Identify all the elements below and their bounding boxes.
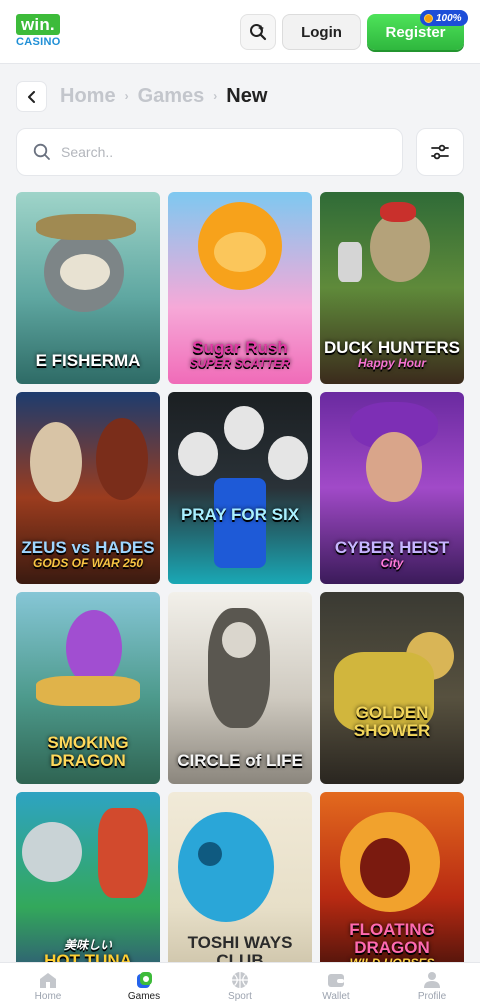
game-tile[interactable]: Sugar Rush SUPER SCATTER <box>168 192 312 384</box>
bottom-navigation: Home Games Sport Wallet Profile <box>0 962 480 1008</box>
game-tile[interactable]: CIRCLE of LIFE <box>168 592 312 784</box>
game-subtitle: GODS OF WAR 250 <box>32 556 144 570</box>
search-bar[interactable] <box>16 128 403 176</box>
sport-ball-icon <box>232 971 248 988</box>
coin-icon <box>424 13 433 23</box>
top-header: win. CASINO Login Register 100% <box>0 0 480 64</box>
game-subtitle: Happy Hour <box>357 356 426 370</box>
game-title: Sugar Rush SUPER SCATTER <box>168 339 312 370</box>
game-tile[interactable]: SMOKING DRAGON <box>16 592 160 784</box>
game-tile[interactable]: ZEUS vs HADES GODS OF WAR 250 <box>16 392 160 584</box>
game-subtitle: City <box>380 556 404 570</box>
back-chevron-icon <box>27 90 35 103</box>
nav-home-label: Home <box>34 990 62 1002</box>
game-title: DUCK HUNTERS Happy Hour <box>320 339 464 370</box>
home-icon <box>40 972 56 988</box>
logo-main: win. <box>16 14 60 35</box>
profile-icon <box>424 971 440 988</box>
game-title: CYBER HEIST City <box>320 539 464 570</box>
nav-games-label: Games <box>127 990 161 1002</box>
bonus-badge: 100% <box>420 10 468 26</box>
nav-sport-label: Sport <box>228 990 252 1002</box>
game-title: E FISHERMA <box>35 351 141 370</box>
game-title-text: CYBER HEIST <box>334 538 450 557</box>
search-input[interactable] <box>61 144 361 160</box>
breadcrumb-separator: › <box>213 89 218 103</box>
header-search-button[interactable] <box>240 14 276 50</box>
game-title: ZEUS vs HADES GODS OF WAR 250 <box>16 539 160 570</box>
nav-wallet[interactable]: Wallet <box>288 963 384 1008</box>
game-title: PRAY FOR SIX <box>180 505 300 524</box>
game-title-text: Sugar Rush <box>192 338 288 357</box>
game-tile[interactable]: GOLDEN SHOWER <box>320 592 464 784</box>
game-title: CIRCLE of LIFE <box>177 751 303 770</box>
breadcrumb-separator: › <box>124 89 129 103</box>
login-button[interactable]: Login <box>282 14 361 50</box>
bonus-badge-text: 100% <box>436 12 462 24</box>
nav-games[interactable]: Games <box>96 963 192 1008</box>
search-icon <box>250 24 267 41</box>
game-tile[interactable]: CYBER HEIST City <box>320 392 464 584</box>
breadcrumb: Home › Games › New <box>60 84 267 108</box>
nav-profile[interactable]: Profile <box>384 963 480 1008</box>
nav-home[interactable]: Home <box>0 963 96 1008</box>
game-title-text: FLOATING DRAGON <box>349 920 435 957</box>
wallet-icon <box>328 973 344 987</box>
breadcrumb-games[interactable]: Games <box>138 85 205 108</box>
game-tile[interactable]: DUCK HUNTERS Happy Hour <box>320 192 464 384</box>
logo-sub: CASINO <box>16 36 61 48</box>
filter-sliders-icon <box>431 144 449 160</box>
filter-button[interactable] <box>416 128 464 176</box>
site-logo[interactable]: win. CASINO <box>16 14 76 50</box>
search-icon <box>33 143 50 160</box>
games-icon <box>137 971 152 988</box>
game-subtitle: SUPER SCATTER <box>189 356 291 370</box>
game-tile[interactable]: PRAY FOR SIX <box>168 392 312 584</box>
games-grid: E FISHERMA Sugar Rush SUPER SCATTER DUCK… <box>16 192 464 984</box>
game-tile[interactable]: 美味しい HOT TUNA <box>16 792 160 984</box>
nav-profile-label: Profile <box>417 990 447 1002</box>
game-title-text: ZEUS vs HADES <box>21 538 155 557</box>
game-title: SMOKING DRAGON <box>47 733 129 770</box>
breadcrumb-home[interactable]: Home <box>60 85 116 108</box>
game-title: GOLDEN SHOWER <box>353 703 431 740</box>
nav-wallet-label: Wallet <box>322 990 350 1002</box>
back-button[interactable] <box>16 81 47 112</box>
breadcrumb-current: New <box>226 84 268 107</box>
game-title-text: DUCK HUNTERS <box>324 338 460 357</box>
nav-sport[interactable]: Sport <box>192 963 288 1008</box>
game-tile[interactable]: E FISHERMA <box>16 192 160 384</box>
game-tile[interactable]: TOSHI WAYS CLUB <box>168 792 312 984</box>
game-tile[interactable]: FLOATING DRAGON WILD HORSES <box>320 792 464 984</box>
